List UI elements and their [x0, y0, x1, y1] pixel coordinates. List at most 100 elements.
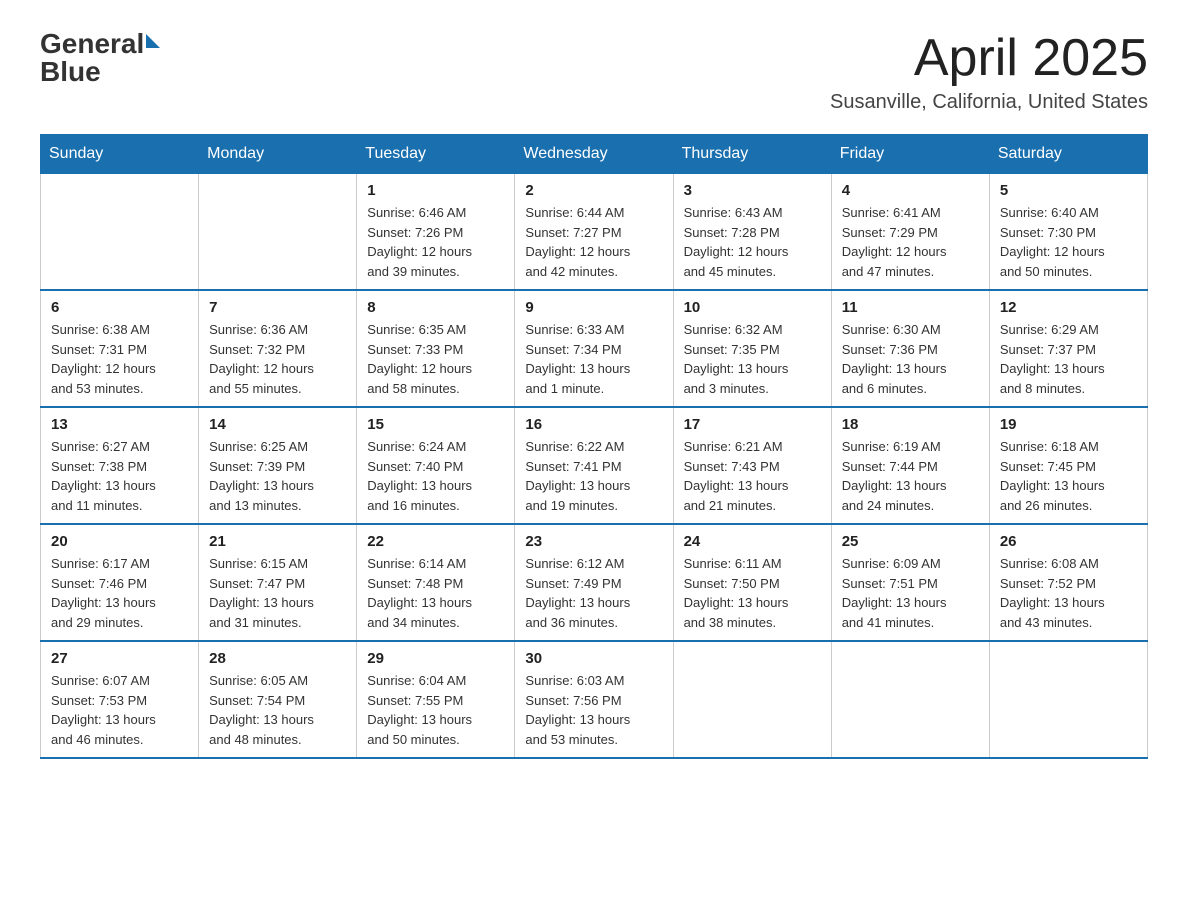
header-right: April 2025 Susanville, California, Unite… — [830, 30, 1148, 114]
calendar-cell: 3 Sunrise: 6:43 AM Sunset: 7:28 PM Daylig… — [673, 174, 831, 291]
day-number: 22 — [367, 533, 504, 550]
day-number: 5 — [1000, 182, 1137, 199]
day-info: Sunrise: 6:03 AM Sunset: 7:56 PM Dayligh… — [525, 671, 662, 749]
day-number: 2 — [525, 182, 662, 199]
day-number: 20 — [51, 533, 188, 550]
day-info: Sunrise: 6:22 AM Sunset: 7:41 PM Dayligh… — [525, 437, 662, 515]
calendar-cell: 30Sunrise: 6:03 AM Sunset: 7:56 PM Dayli… — [515, 641, 673, 758]
day-number: 29 — [367, 650, 504, 667]
day-number: 19 — [1000, 416, 1137, 433]
day-info: Sunrise: 6:15 AM Sunset: 7:47 PM Dayligh… — [209, 554, 346, 632]
day-number: 23 — [525, 533, 662, 550]
calendar-cell: 17 Sunrise: 6:21 AM Sunset: 7:43 PM Dayli… — [673, 407, 831, 524]
day-info: Sunrise: 6:46 AM Sunset: 7:26 PM Dayligh… — [367, 203, 504, 281]
calendar-cell: 14Sunrise: 6:25 AM Sunset: 7:39 PM Dayli… — [199, 407, 357, 524]
day-of-week-thursday: Thursday — [673, 135, 831, 174]
calendar-cell: 28Sunrise: 6:05 AM Sunset: 7:54 PM Dayli… — [199, 641, 357, 758]
day-number: 25 — [842, 533, 979, 550]
day-number: 9 — [525, 299, 662, 316]
day-number: 3 — [684, 182, 821, 199]
day-info: Sunrise: 6:09 AM Sunset: 7:51 PM Dayligh… — [842, 554, 979, 632]
calendar-cell: 1 Sunrise: 6:46 AM Sunset: 7:26 PM Daylig… — [357, 174, 515, 291]
calendar-cell: 27 Sunrise: 6:07 AM Sunset: 7:53 PM Dayli… — [41, 641, 199, 758]
calendar-week-row: 6 Sunrise: 6:38 AM Sunset: 7:31 PM Daylig… — [41, 290, 1148, 407]
day-info: Sunrise: 6:19 AM Sunset: 7:44 PM Dayligh… — [842, 437, 979, 515]
day-of-week-sunday: Sunday — [41, 135, 199, 174]
calendar-cell: 19 Sunrise: 6:18 AM Sunset: 7:45 PM Dayli… — [989, 407, 1147, 524]
day-number: 8 — [367, 299, 504, 316]
day-number: 4 — [842, 182, 979, 199]
calendar-cell: 25 Sunrise: 6:09 AM Sunset: 7:51 PM Dayli… — [831, 524, 989, 641]
day-number: 27 — [51, 650, 188, 667]
day-info: Sunrise: 6:27 AM Sunset: 7:38 PM Dayligh… — [51, 437, 188, 515]
day-info: Sunrise: 6:18 AM Sunset: 7:45 PM Dayligh… — [1000, 437, 1137, 515]
logo-arrow-icon — [146, 34, 160, 48]
calendar-header-row: SundayMondayTuesdayWednesdayThursdayFrid… — [41, 135, 1148, 174]
day-number: 1 — [367, 182, 504, 199]
day-number: 24 — [684, 533, 821, 550]
day-number: 7 — [209, 299, 346, 316]
calendar-cell: 21 Sunrise: 6:15 AM Sunset: 7:47 PM Dayli… — [199, 524, 357, 641]
logo: General Blue — [40, 30, 160, 86]
day-info: Sunrise: 6:44 AM Sunset: 7:27 PM Dayligh… — [525, 203, 662, 281]
day-info: Sunrise: 6:21 AM Sunset: 7:43 PM Dayligh… — [684, 437, 821, 515]
calendar-cell — [831, 641, 989, 758]
logo-general: General — [40, 30, 144, 58]
day-of-week-monday: Monday — [199, 135, 357, 174]
logo-blue: Blue — [40, 58, 101, 86]
day-info: Sunrise: 6:17 AM Sunset: 7:46 PM Dayligh… — [51, 554, 188, 632]
day-info: Sunrise: 6:36 AM Sunset: 7:32 PM Dayligh… — [209, 320, 346, 398]
day-info: Sunrise: 6:43 AM Sunset: 7:28 PM Dayligh… — [684, 203, 821, 281]
day-number: 26 — [1000, 533, 1137, 550]
calendar-week-row: 20 Sunrise: 6:17 AM Sunset: 7:46 PM Dayli… — [41, 524, 1148, 641]
calendar-cell: 5Sunrise: 6:40 AM Sunset: 7:30 PM Daylig… — [989, 174, 1147, 291]
day-number: 12 — [1000, 299, 1137, 316]
day-info: Sunrise: 6:07 AM Sunset: 7:53 PM Dayligh… — [51, 671, 188, 749]
calendar-week-row: 1 Sunrise: 6:46 AM Sunset: 7:26 PM Daylig… — [41, 174, 1148, 291]
day-info: Sunrise: 6:35 AM Sunset: 7:33 PM Dayligh… — [367, 320, 504, 398]
calendar-cell: 18 Sunrise: 6:19 AM Sunset: 7:44 PM Dayli… — [831, 407, 989, 524]
calendar-cell: 29Sunrise: 6:04 AM Sunset: 7:55 PM Dayli… — [357, 641, 515, 758]
day-info: Sunrise: 6:11 AM Sunset: 7:50 PM Dayligh… — [684, 554, 821, 632]
day-number: 17 — [684, 416, 821, 433]
calendar-cell: 9 Sunrise: 6:33 AM Sunset: 7:34 PM Daylig… — [515, 290, 673, 407]
day-number: 21 — [209, 533, 346, 550]
calendar-cell: 22 Sunrise: 6:14 AM Sunset: 7:48 PM Dayli… — [357, 524, 515, 641]
calendar-table: SundayMondayTuesdayWednesdayThursdayFrid… — [40, 134, 1148, 759]
day-number: 16 — [525, 416, 662, 433]
calendar-cell: 20 Sunrise: 6:17 AM Sunset: 7:46 PM Dayli… — [41, 524, 199, 641]
calendar-cell: 24 Sunrise: 6:11 AM Sunset: 7:50 PM Dayli… — [673, 524, 831, 641]
day-number: 13 — [51, 416, 188, 433]
calendar-cell: 6 Sunrise: 6:38 AM Sunset: 7:31 PM Daylig… — [41, 290, 199, 407]
day-number: 11 — [842, 299, 979, 316]
day-info: Sunrise: 6:12 AM Sunset: 7:49 PM Dayligh… — [525, 554, 662, 632]
day-of-week-friday: Friday — [831, 135, 989, 174]
calendar-cell — [41, 174, 199, 291]
calendar-cell: 16 Sunrise: 6:22 AM Sunset: 7:41 PM Dayli… — [515, 407, 673, 524]
calendar-cell: 13 Sunrise: 6:27 AM Sunset: 7:38 PM Dayli… — [41, 407, 199, 524]
calendar-cell: 10 Sunrise: 6:32 AM Sunset: 7:35 PM Dayli… — [673, 290, 831, 407]
day-info: Sunrise: 6:33 AM Sunset: 7:34 PM Dayligh… — [525, 320, 662, 398]
day-number: 14 — [209, 416, 346, 433]
day-number: 28 — [209, 650, 346, 667]
day-info: Sunrise: 6:38 AM Sunset: 7:31 PM Dayligh… — [51, 320, 188, 398]
day-number: 6 — [51, 299, 188, 316]
day-info: Sunrise: 6:14 AM Sunset: 7:48 PM Dayligh… — [367, 554, 504, 632]
calendar-cell: 15 Sunrise: 6:24 AM Sunset: 7:40 PM Dayli… — [357, 407, 515, 524]
calendar-cell — [673, 641, 831, 758]
calendar-week-row: 13 Sunrise: 6:27 AM Sunset: 7:38 PM Dayli… — [41, 407, 1148, 524]
calendar-cell: 7 Sunrise: 6:36 AM Sunset: 7:32 PM Daylig… — [199, 290, 357, 407]
day-of-week-tuesday: Tuesday — [357, 135, 515, 174]
calendar-cell: 23 Sunrise: 6:12 AM Sunset: 7:49 PM Dayli… — [515, 524, 673, 641]
day-info: Sunrise: 6:41 AM Sunset: 7:29 PM Dayligh… — [842, 203, 979, 281]
month-title: April 2025 — [830, 30, 1148, 87]
calendar-cell: 8 Sunrise: 6:35 AM Sunset: 7:33 PM Daylig… — [357, 290, 515, 407]
day-number: 10 — [684, 299, 821, 316]
day-info: Sunrise: 6:08 AM Sunset: 7:52 PM Dayligh… — [1000, 554, 1137, 632]
day-info: Sunrise: 6:24 AM Sunset: 7:40 PM Dayligh… — [367, 437, 504, 515]
page-header: General Blue April 2025 Susanville, Cali… — [40, 30, 1148, 114]
day-of-week-wednesday: Wednesday — [515, 135, 673, 174]
day-number: 18 — [842, 416, 979, 433]
day-number: 15 — [367, 416, 504, 433]
day-info: Sunrise: 6:32 AM Sunset: 7:35 PM Dayligh… — [684, 320, 821, 398]
